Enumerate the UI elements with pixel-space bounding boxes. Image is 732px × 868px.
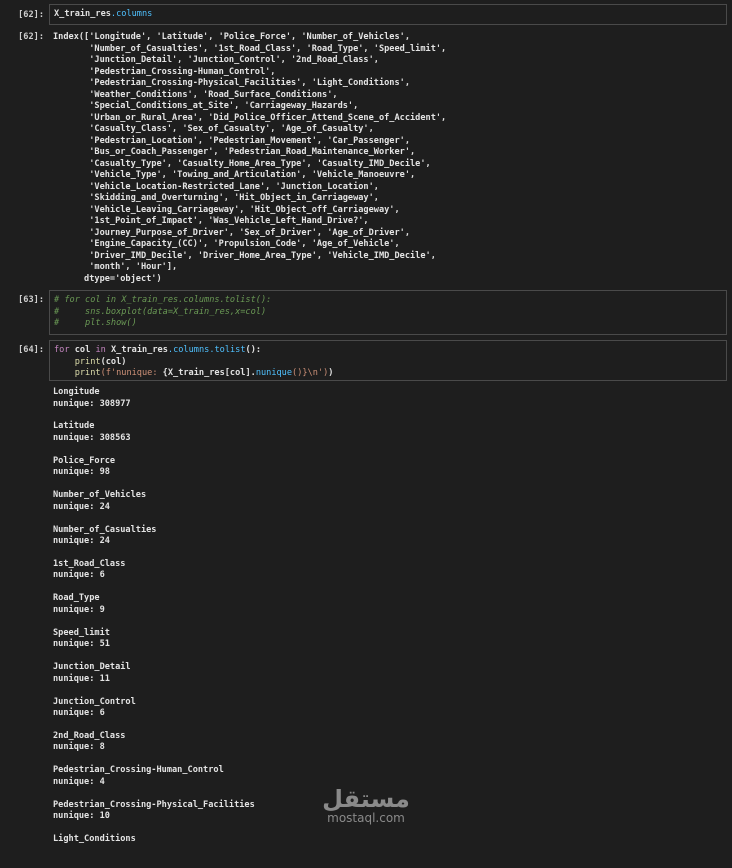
nunique-value: nunique: 9: [53, 604, 105, 615]
code-editor[interactable]: # for col in X_train_res.columns.tolist(…: [49, 290, 727, 335]
column-name: 1st_Road_Class: [53, 558, 126, 569]
column-name: Speed_limit: [53, 627, 110, 638]
output-line: '1st_Point_of_Impact', 'Was_Vehicle_Left…: [53, 216, 369, 226]
output-line: 'Vehicle_Leaving_Carriageway', 'Hit_Obje…: [53, 204, 400, 215]
output-line: 'Pedestrian_Location', 'Pedestrian_Movem…: [53, 135, 410, 146]
column-name: Junction_Detail: [53, 662, 131, 673]
output-entry: 2nd_Road_Class nunique: 8: [53, 731, 723, 765]
output-line: 'month', 'Hour'],: [53, 262, 178, 272]
output-entry: 1st_Road_Class nunique: 6: [53, 559, 723, 593]
cell-62: [62]: X_train_res.columns: [0, 4, 732, 26]
nunique-value: nunique: 11: [53, 673, 110, 684]
output-line: Index(['Longitude', 'Latitude', 'Police_…: [53, 32, 410, 42]
tolist-method: .tolist: [209, 345, 246, 355]
nunique-value: nunique: 51: [53, 639, 110, 650]
nunique-value: nunique: 24: [53, 536, 110, 547]
keyword-in: in: [95, 345, 106, 355]
dataframe-name: X_train_res: [110, 345, 168, 355]
output-line: 'Vehicle_Type', 'Towing_and_Articulation…: [53, 170, 416, 180]
output-line: 'Vehicle_Location-Restricted_Lane', 'Jun…: [53, 181, 379, 192]
output-line: 'Bus_or_Coach_Passenger', 'Pedestrian_Ro…: [53, 147, 416, 157]
watermark-latin: mostaql.com: [327, 811, 405, 825]
column-name: 2nd_Road_Class: [53, 730, 126, 741]
output-entry: Junction_Control nunique: 6: [53, 697, 723, 731]
output-entry: Light_Conditions: [53, 834, 723, 868]
output-entry: Road_Type nunique: 9: [53, 593, 723, 627]
column-name: Number_of_Vehicles: [53, 490, 147, 501]
print-fn: print: [74, 368, 101, 378]
output-line: 'Special_Conditions_at_Site', 'Carriagew…: [53, 101, 359, 111]
column-name: Longitude: [53, 387, 100, 397]
output-line: 'Junction_Detail', 'Junction_Control', '…: [53, 55, 379, 65]
output-entry: Longitude nunique: 308977: [53, 387, 723, 421]
code-attribute: .columns: [110, 9, 153, 19]
comment-line: # for col in X_train_res.columns.tolist(…: [54, 295, 272, 305]
output-prompt: [62]:: [18, 32, 44, 42]
output-line: 'Pedestrian_Crossing-Human_Control',: [53, 66, 276, 77]
nunique-value: nunique: 98: [53, 467, 110, 478]
output-entry: Latitude nunique: 308563: [53, 421, 723, 455]
nunique-value: nunique: 6: [53, 708, 105, 719]
column-name: Junction_Control: [53, 696, 136, 707]
nunique-value: nunique: 24: [53, 501, 110, 512]
fstring-prefix: (f'nunique:: [100, 368, 163, 378]
cell-62-output: [62]: Index(['Longitude', 'Latitude', 'P…: [0, 31, 732, 286]
nunique-value: nunique: 308563: [53, 432, 131, 443]
print-fn: print: [74, 356, 101, 367]
cell-63: [63]: # for col in X_train_res.columns.t…: [0, 290, 732, 336]
watermark-logo: مستقل mostaql.com: [320, 786, 412, 828]
code-editor[interactable]: X_train_res.columns: [49, 4, 727, 25]
nunique-value: nunique: 308977: [53, 398, 131, 409]
print-close: ): [328, 368, 334, 378]
code-variable: X_train_res: [54, 9, 111, 19]
input-prompt: [62]:: [18, 10, 44, 20]
output-line: 'Urban_or_Rural_Area', 'Did_Police_Offic…: [53, 112, 447, 123]
column-name: Police_Force: [53, 455, 116, 466]
columns-attr: .columns: [167, 345, 210, 355]
output-entry: Number_of_Vehicles nunique: 24: [53, 490, 723, 524]
call-close: ():: [245, 345, 262, 355]
column-name: Pedestrian_Crossing-Human_Control: [53, 765, 224, 776]
cell-64: [64]: for col in X_train_res.columns.tol…: [0, 340, 732, 382]
fstring-expr: {X_train_res[col].: [162, 368, 256, 378]
output-line: 'Casualty_Class', 'Sex_of_Casualty', 'Ag…: [53, 124, 374, 134]
output-line: 'Skidding_and_Overturning', 'Hit_Object_…: [53, 193, 379, 203]
column-name: Light_Conditions: [53, 834, 136, 845]
output-entry: Police_Force nunique: 98: [53, 456, 723, 490]
input-prompt: [63]:: [18, 295, 44, 305]
output-entry: Number_of_Casualties nunique: 24: [53, 525, 723, 559]
output-line: 'Journey_Purpose_of_Driver', 'Sex_of_Dri…: [53, 227, 410, 238]
loop-variable: col: [74, 345, 91, 355]
output-line: 'Engine_Capacity_(CC)', 'Propulsion_Code…: [53, 239, 400, 249]
column-name: Number_of_Casualties: [53, 524, 157, 535]
column-name: Latitude: [53, 421, 95, 432]
output-line: dtype='object'): [53, 273, 162, 284]
fstring-close: ()}\n'): [292, 368, 329, 378]
input-prompt: [64]:: [18, 345, 44, 355]
column-name: Road_Type: [53, 593, 100, 604]
code-editor[interactable]: for col in X_train_res.columns.tolist():…: [49, 340, 727, 381]
nunique-method: nunique: [255, 368, 293, 378]
print-arg: (col): [100, 356, 127, 367]
output-entry: Junction_Detail nunique: 11: [53, 662, 723, 696]
output-line: 'Pedestrian_Crossing-Physical_Facilities…: [53, 78, 410, 88]
output-line: 'Driver_IMD_Decile', 'Driver_Home_Area_T…: [53, 250, 436, 261]
keyword-for: for: [54, 345, 70, 355]
output-text: Index(['Longitude', 'Latitude', 'Police_…: [53, 32, 723, 285]
output-line: 'Number_of_Casualties', '1st_Road_Class'…: [53, 43, 447, 54]
comment-line: # sns.boxplot(data=X_train_res,x=col): [54, 306, 267, 317]
nunique-value: nunique: 6: [53, 570, 105, 581]
output-line: 'Weather_Conditions', 'Road_Surface_Cond…: [53, 89, 338, 100]
output-entry: Speed_limit nunique: 51: [53, 628, 723, 662]
nunique-value: nunique: 8: [53, 742, 105, 753]
output-line: 'Casualty_Type', 'Casualty_Home_Area_Typ…: [53, 158, 431, 169]
watermark-arabic: مستقل: [322, 785, 410, 813]
comment-line: # plt.show(): [54, 318, 137, 328]
